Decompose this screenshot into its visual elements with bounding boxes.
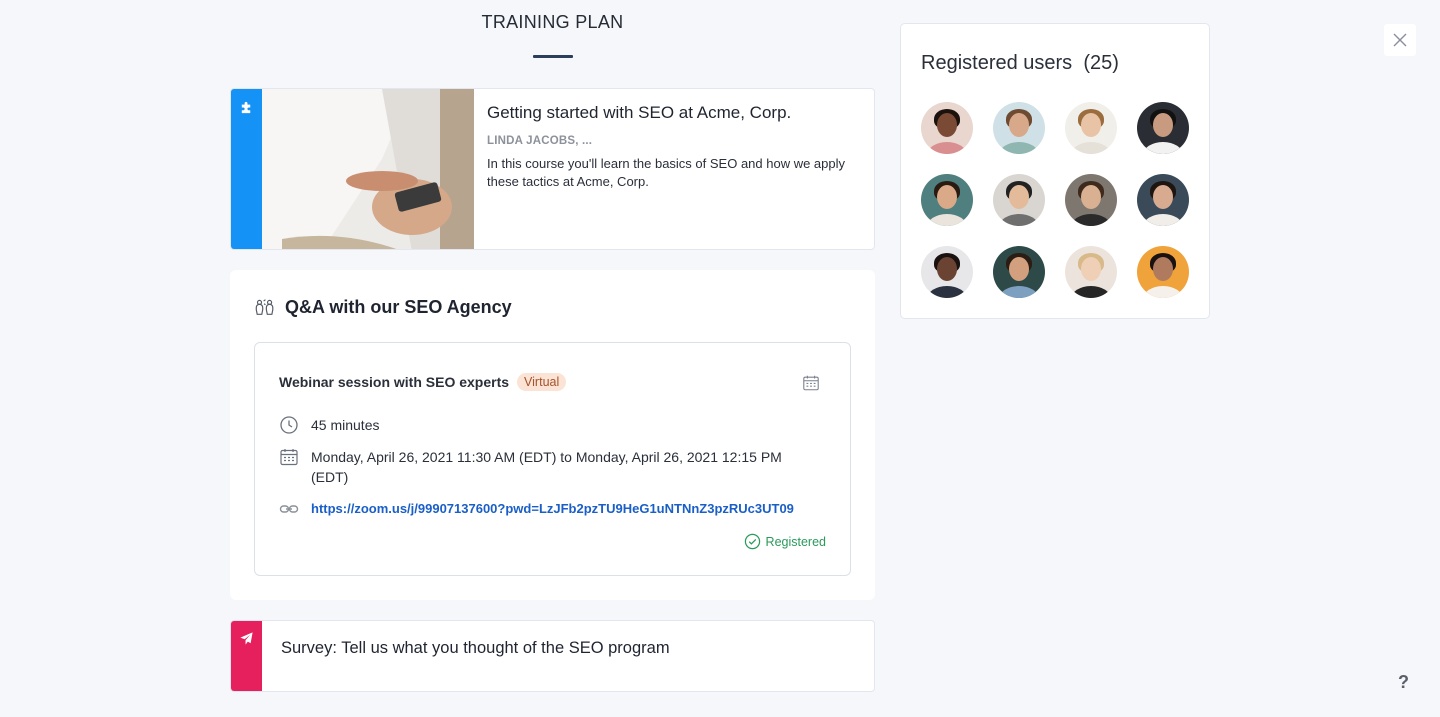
- clock-icon: [280, 416, 298, 434]
- session-date: Monday, April 26, 2021 11:30 AM (EDT) to…: [311, 449, 782, 485]
- calendar-icon[interactable]: [802, 374, 820, 392]
- link-icon: [279, 505, 299, 513]
- avatar[interactable]: [1065, 246, 1117, 298]
- help-button[interactable]: ?: [1398, 672, 1409, 693]
- course-photo-illustration: [262, 89, 474, 249]
- avatar-face: [1009, 185, 1029, 210]
- avatar[interactable]: [1065, 102, 1117, 154]
- avatar[interactable]: [1137, 246, 1189, 298]
- session-duration: 45 minutes: [311, 417, 380, 433]
- avatar[interactable]: [1065, 174, 1117, 226]
- people-icon: [255, 299, 274, 315]
- avatar-shoulders: [927, 286, 967, 298]
- avatar[interactable]: [993, 246, 1045, 298]
- survey-title[interactable]: Survey: Tell us what you thought of the …: [281, 639, 670, 658]
- avatar[interactable]: [993, 102, 1045, 154]
- avatar-face: [937, 185, 957, 210]
- registered-status: Registered: [744, 533, 826, 550]
- avatar-face: [1009, 113, 1029, 138]
- avatar-shoulders: [1143, 214, 1183, 226]
- avatar-shoulders: [999, 286, 1039, 298]
- avatar[interactable]: [1137, 174, 1189, 226]
- calendar-icon: [280, 449, 298, 466]
- avatar-face: [1081, 257, 1101, 282]
- avatar-shoulders: [1143, 286, 1183, 298]
- avatar-shoulders: [999, 142, 1039, 154]
- course-authors: LINDA JACOBS, ...: [487, 135, 593, 147]
- avatar-shoulders: [927, 214, 967, 226]
- session-box: Webinar session with SEO experts Virtual…: [254, 342, 851, 576]
- avatar-face: [1081, 113, 1101, 138]
- qa-title: Q&A with our SEO Agency: [285, 296, 512, 317]
- zoom-link[interactable]: https://zoom.us/j/99907137600?pwd=LzJFb2…: [311, 499, 794, 519]
- avatar-shoulders: [1071, 286, 1111, 298]
- check-circle-icon: [744, 533, 760, 550]
- puzzle-icon: [241, 101, 251, 114]
- send-icon: [240, 632, 253, 645]
- close-icon: [1393, 33, 1407, 47]
- course-card[interactable]: Getting started with SEO at Acme, Corp. …: [230, 88, 875, 250]
- avatar-face: [1153, 257, 1173, 282]
- avatar-shoulders: [927, 142, 967, 154]
- avatar-face: [937, 113, 957, 138]
- course-type-stripe: [231, 89, 262, 249]
- registered-label: Registered: [765, 534, 826, 549]
- avatar-face: [1081, 185, 1101, 210]
- avatar-shoulders: [1071, 214, 1111, 226]
- avatar-shoulders: [999, 214, 1039, 226]
- avatar-face: [1153, 113, 1173, 138]
- avatar[interactable]: [993, 174, 1045, 226]
- title-underline: [533, 55, 573, 58]
- avatar[interactable]: [921, 102, 973, 154]
- course-description: In this course you'll learn the basics o…: [487, 156, 846, 189]
- avatar-shoulders: [1143, 142, 1183, 154]
- avatar-face: [937, 257, 957, 282]
- survey-card[interactable]: Survey: Tell us what you thought of the …: [230, 620, 875, 692]
- avatar-face: [1009, 257, 1029, 282]
- survey-type-stripe: [231, 621, 262, 691]
- page-title: TRAINING PLAN: [481, 12, 624, 32]
- registered-users-label: Registered users: [921, 52, 1073, 74]
- avatar-face: [1153, 185, 1173, 210]
- avatar-shoulders: [1071, 142, 1111, 154]
- registered-users-panel: Registered users (25): [900, 23, 1210, 319]
- close-button[interactable]: [1384, 24, 1416, 56]
- avatar[interactable]: [1137, 102, 1189, 154]
- registered-users-heading: Registered users (25): [921, 52, 1119, 75]
- avatar-grid: [921, 102, 1189, 298]
- qa-card: Q&A with our SEO Agency Webinar session …: [230, 270, 875, 600]
- registered-users-count: (25): [1083, 52, 1119, 74]
- virtual-badge: Virtual: [517, 373, 567, 391]
- avatar[interactable]: [921, 246, 973, 298]
- course-title[interactable]: Getting started with SEO at Acme, Corp.: [487, 103, 860, 123]
- session-title: Webinar session with SEO experts: [279, 374, 510, 390]
- course-image: [262, 89, 474, 249]
- avatar[interactable]: [921, 174, 973, 226]
